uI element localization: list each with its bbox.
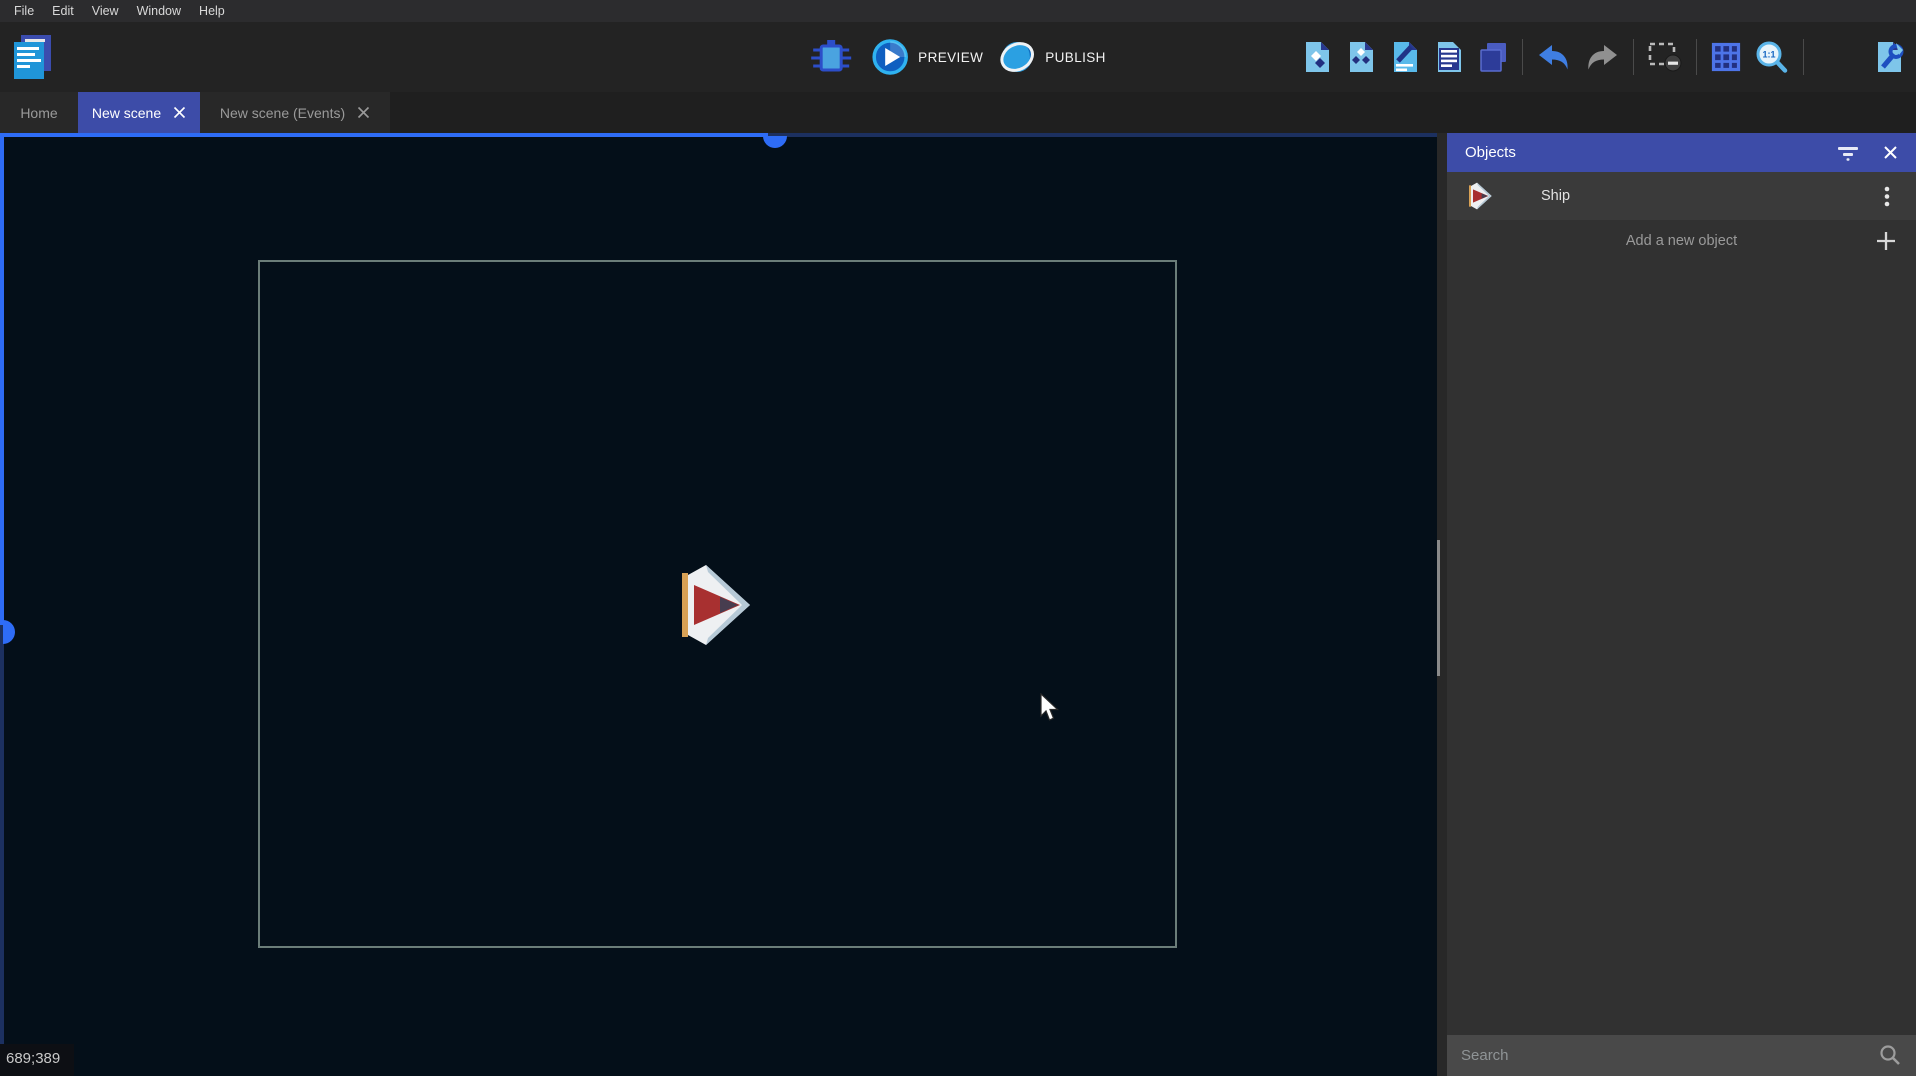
ship-sprite-instance[interactable] <box>682 563 754 647</box>
publish-button[interactable]: PUBLISH <box>998 38 1106 76</box>
main-area: 689;389 Objects <box>0 133 1916 1076</box>
menu-help[interactable]: Help <box>190 0 234 22</box>
tab-new-scene-label: New scene <box>92 105 161 121</box>
horizontal-scrollbar-fill <box>0 133 768 137</box>
scene-editor-canvas[interactable]: 689;389 <box>0 133 1437 1076</box>
toolbar-divider <box>1696 39 1697 75</box>
publish-label: PUBLISH <box>1045 50 1106 65</box>
object-name-label: Ship <box>1541 188 1570 204</box>
main-toolbar: PREVIEW PUBLISH <box>0 22 1916 92</box>
svg-text:1:1: 1:1 <box>1762 50 1775 60</box>
panel-splitter[interactable] <box>1437 133 1447 1076</box>
project-manager-icon <box>9 33 55 83</box>
menu-file[interactable]: File <box>5 0 43 22</box>
objects-panel-body <box>1447 262 1916 1035</box>
play-preview-icon <box>871 38 909 76</box>
search-icon <box>1879 1044 1902 1067</box>
toolbar-divider <box>1803 39 1804 75</box>
tab-new-scene[interactable]: New scene <box>78 92 200 133</box>
menu-edit[interactable]: Edit <box>43 0 83 22</box>
splitter-grip-handle[interactable] <box>1437 540 1440 676</box>
tab-close-icon[interactable] <box>173 106 186 119</box>
instances-list-icon[interactable] <box>1434 40 1464 74</box>
object-context-menu-icon[interactable] <box>1884 186 1890 207</box>
menu-bar: File Edit View Window Help <box>0 0 1916 22</box>
objects-editor-icon[interactable] <box>1302 40 1332 74</box>
publish-globe-icon <box>998 38 1036 76</box>
toolbar-right-group: 1:1 <box>1302 22 1912 92</box>
object-groups-icon[interactable] <box>1346 40 1376 74</box>
properties-icon[interactable] <box>1390 40 1420 74</box>
vertical-scrollbar-thumb[interactable] <box>3 620 15 644</box>
search-input[interactable] <box>1461 1047 1879 1064</box>
add-new-object-label: Add a new object <box>1447 233 1916 249</box>
preview-label: PREVIEW <box>918 50 983 65</box>
zoom-1-1-icon[interactable]: 1:1 <box>1755 41 1789 73</box>
debug-icon[interactable] <box>810 36 852 78</box>
toolbar-center-group: PREVIEW PUBLISH <box>810 22 1106 92</box>
objects-panel: Objects <box>1447 133 1916 1076</box>
redo-icon[interactable] <box>1585 43 1619 71</box>
grid-icon[interactable] <box>1711 42 1741 72</box>
gdevelop-window: File Edit View Window Help <box>0 0 1916 1076</box>
preview-button[interactable]: PREVIEW <box>871 38 983 76</box>
filter-icon[interactable] <box>1837 145 1859 161</box>
objects-panel-header: Objects <box>1447 133 1916 172</box>
ship-thumbnail-icon <box>1468 181 1496 211</box>
menu-view[interactable]: View <box>83 0 128 22</box>
tab-home-label: Home <box>20 105 57 121</box>
vertical-scrollbar-fill <box>0 133 4 625</box>
tab-close-icon[interactable] <box>357 106 370 119</box>
project-manager-button[interactable] <box>8 32 56 84</box>
object-list-item-ship[interactable]: Ship <box>1447 172 1916 220</box>
horizontal-scrollbar[interactable] <box>0 133 1437 137</box>
toolbar-divider <box>1633 39 1634 75</box>
add-new-object-button[interactable]: Add a new object <box>1447 220 1916 262</box>
undo-icon[interactable] <box>1537 43 1571 71</box>
menu-window[interactable]: Window <box>128 0 190 22</box>
deselect-icon[interactable] <box>1648 42 1682 73</box>
toolbar-divider <box>1522 39 1523 75</box>
objects-search-bar <box>1447 1035 1916 1076</box>
objects-panel-title: Objects <box>1465 144 1516 161</box>
tab-bar: Home New scene New scene (Events) <box>0 92 1916 133</box>
tab-new-scene-events[interactable]: New scene (Events) <box>200 92 390 133</box>
plus-icon[interactable] <box>1874 229 1898 253</box>
vertical-scrollbar[interactable] <box>0 133 4 1076</box>
cursor-coordinates-label: 689;389 <box>0 1044 74 1076</box>
mouse-cursor <box>1040 693 1062 723</box>
close-panel-icon[interactable] <box>1883 145 1898 160</box>
tab-home[interactable]: Home <box>0 92 78 133</box>
layers-icon[interactable] <box>1478 41 1508 73</box>
scene-settings-icon[interactable] <box>1874 40 1904 74</box>
tab-new-scene-events-label: New scene (Events) <box>220 105 345 121</box>
horizontal-scrollbar-thumb[interactable] <box>763 136 787 148</box>
